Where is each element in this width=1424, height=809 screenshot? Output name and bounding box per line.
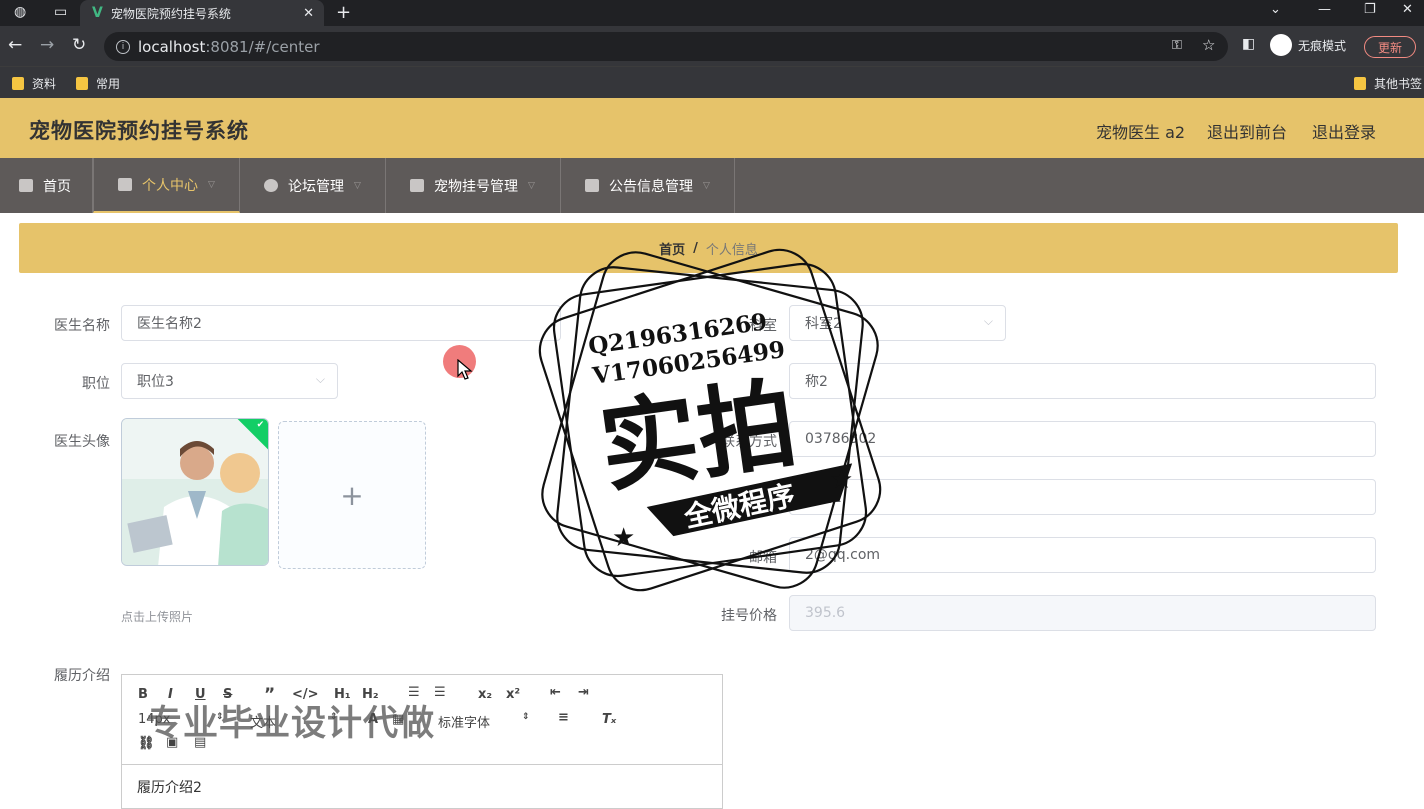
subscript-icon[interactable]: x₂: [478, 687, 492, 702]
check-icon: ✔: [256, 419, 265, 430]
logout-link[interactable]: 退出登录: [1312, 119, 1376, 143]
new-tab-button[interactable]: +: [336, 2, 351, 23]
watermark-text: 专业毕业设计代做: [147, 704, 436, 744]
indent-increase-icon[interactable]: ⇥: [578, 685, 589, 700]
folder-icon: [76, 77, 88, 90]
star-icon: ★: [830, 465, 853, 495]
bullet-list-icon[interactable]: ☰: [434, 685, 446, 700]
url-path: :8081/#/center: [205, 37, 320, 56]
restore-icon[interactable]: ❐: [1364, 2, 1376, 17]
clear-format-icon[interactable]: Tₓ: [602, 712, 616, 727]
indent-decrease-icon[interactable]: ⇤: [550, 685, 561, 700]
chevron-updown-icon: ⇕: [522, 712, 530, 722]
position-label: 职位: [82, 376, 110, 392]
folder-icon: [1354, 77, 1366, 90]
menu-notice[interactable]: 公告信息管理 ▽: [561, 158, 735, 213]
browser-toolbar: ← → ↻ i localhost:8081/#/center ⚿ ☆ ◧ 无痕…: [0, 26, 1424, 66]
globe-icon[interactable]: ◍: [14, 4, 26, 20]
trophy-icon: [410, 179, 424, 192]
bookmark-folder[interactable]: 资料: [12, 75, 56, 92]
other-bookmarks[interactable]: 其他书签: [1354, 75, 1422, 92]
avatar-upload-button[interactable]: +: [278, 421, 426, 569]
tab-title: 宠物医院预约挂号系统: [110, 6, 231, 21]
forward-arrow-icon[interactable]: →: [40, 35, 54, 55]
incognito-icon: [1270, 34, 1292, 56]
position-select[interactable]: 职位3 ⌵: [121, 363, 338, 399]
address-bar[interactable]: i localhost:8081/#/center: [104, 32, 1228, 61]
font-family-select[interactable]: 标准字体: [438, 712, 490, 731]
user-icon: [118, 178, 132, 191]
star-icon[interactable]: ☆: [1202, 36, 1215, 54]
avatar-label: 医生头像: [54, 434, 110, 450]
stamp-watermark: Q2196316269 V17060256499 实拍 全微程序 ★ ★: [538, 248, 882, 592]
browser-tab-active[interactable]: V 宠物医院预约挂号系统 ✕: [80, 0, 324, 26]
superscript-icon[interactable]: x²: [506, 687, 520, 702]
doctor-name-label: 医生名称: [54, 318, 110, 334]
bookmark-folder[interactable]: 常用: [76, 75, 120, 92]
align-icon[interactable]: ≡: [558, 710, 569, 725]
upload-tip: 点击上传照片: [121, 610, 194, 624]
browser-tab-strip: ◍ ▭ V 宠物医院预约挂号系统 ✕ + ⌄ — ❐ ✕: [0, 0, 1424, 26]
doctor-name-input[interactable]: 医生名称2: [121, 305, 561, 341]
chevron-down-icon: ▽: [208, 179, 215, 190]
vue-logo-icon: V: [92, 5, 103, 21]
menu-personal-center[interactable]: 个人中心 ▽: [93, 158, 240, 213]
tab-search-icon[interactable]: ▭: [54, 4, 67, 20]
location-icon: [264, 179, 278, 192]
menu-appointment[interactable]: 宠物挂号管理 ▽: [386, 158, 561, 213]
chevron-down-icon[interactable]: ⌄: [1270, 2, 1281, 17]
reload-icon[interactable]: ↻: [72, 35, 86, 55]
close-window-icon[interactable]: ✕: [1402, 2, 1413, 17]
editor-content[interactable]: 履历介绍2: [122, 765, 722, 809]
doctor-photo: [122, 419, 268, 565]
chevron-down-icon: ▽: [354, 180, 361, 191]
bookmarks-bar: 资料 常用 其他书签: [0, 66, 1424, 98]
chevron-down-icon: ⌵: [983, 314, 993, 328]
sidepanel-icon[interactable]: ◧: [1242, 36, 1255, 52]
minimize-icon[interactable]: —: [1318, 2, 1331, 17]
home-icon: [19, 179, 33, 192]
back-to-front-link[interactable]: 退出到前台: [1207, 119, 1287, 143]
tab-close-icon[interactable]: ✕: [303, 6, 314, 21]
doctor-avatar-thumbnail[interactable]: ✔: [121, 418, 269, 566]
star-icon: ★: [612, 523, 635, 553]
folder-icon: [12, 77, 24, 90]
incognito-label: 无痕模式: [1298, 38, 1347, 53]
app-header: 宠物医院预约挂号系统 宠物医生 a2 退出到前台 退出登录: [0, 98, 1424, 158]
chevron-down-icon: ▽: [528, 180, 535, 191]
update-button[interactable]: 更新: [1364, 36, 1416, 58]
info-icon[interactable]: i: [116, 39, 130, 54]
chevron-down-icon: ⌵: [315, 372, 325, 386]
menu-forum[interactable]: 论坛管理 ▽: [240, 158, 386, 213]
chevron-down-icon: ▽: [703, 180, 710, 191]
incognito-profile[interactable]: 无痕模式: [1270, 34, 1346, 56]
back-arrow-icon[interactable]: ←: [8, 35, 22, 55]
key-icon[interactable]: ⚿: [1172, 38, 1182, 53]
url-host: localhost: [138, 37, 206, 56]
menu-home[interactable]: 首页: [0, 158, 93, 213]
briefcase-icon: [585, 179, 599, 192]
app-title: 宠物医院预约挂号系统: [29, 119, 249, 143]
current-user: 宠物医生 a2: [1096, 123, 1186, 142]
resume-label: 履历介绍: [54, 668, 110, 684]
main-nav: 首页 个人中心 ▽ 论坛管理 ▽ 宠物挂号管理 ▽ 公告信息管理 ▽: [0, 158, 1424, 213]
mouse-pointer-icon: [457, 359, 473, 380]
